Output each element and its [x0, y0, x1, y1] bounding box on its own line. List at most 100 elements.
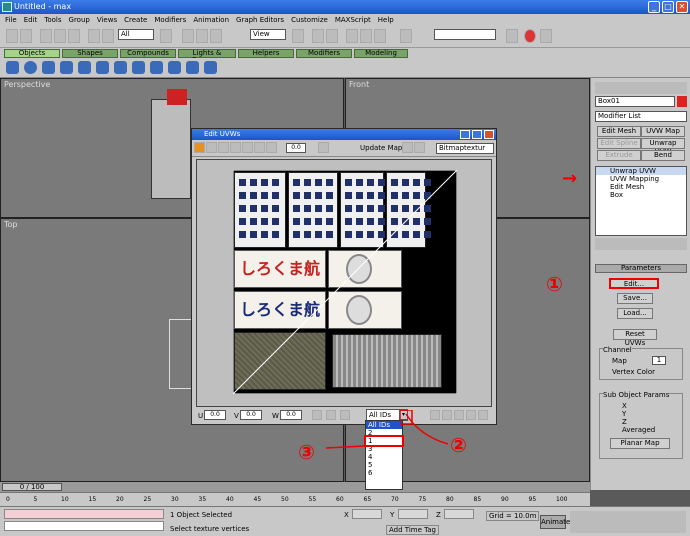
ref-coord-dropdown[interactable]: View [250, 29, 286, 40]
tab-compounds[interactable]: Compounds [120, 49, 176, 58]
list-item[interactable]: 5 [366, 461, 402, 469]
menu-group[interactable]: Group [69, 16, 90, 24]
tab-modifiers[interactable]: Modifiers [296, 49, 352, 58]
uvw-minimize-button[interactable] [460, 130, 470, 139]
freeform-uv-icon[interactable] [242, 142, 253, 153]
select-icon[interactable] [88, 29, 100, 43]
edit-spline-button[interactable]: Edit Spline [597, 138, 641, 149]
named-selection-dropdown[interactable] [434, 29, 496, 40]
unlink-icon[interactable] [54, 29, 66, 43]
mirror-uv-icon[interactable] [230, 142, 241, 153]
rect-select-icon[interactable] [160, 29, 172, 43]
break-icon[interactable] [254, 142, 265, 153]
stack-tools[interactable] [595, 238, 687, 250]
weld-selected-icon[interactable] [318, 142, 329, 153]
stack-item-edit-mesh[interactable]: Edit Mesh [596, 183, 686, 191]
move-icon[interactable] [182, 29, 194, 43]
axis-z-radio[interactable]: Z [622, 418, 627, 426]
list-item[interactable]: All IDs [366, 421, 402, 429]
mirror-icon[interactable] [312, 29, 324, 43]
tube-icon[interactable] [132, 61, 145, 74]
averaged-radio[interactable]: Averaged [622, 426, 655, 434]
sphere-icon[interactable] [24, 61, 37, 74]
update-map-button[interactable]: Update Map [360, 144, 402, 152]
named-sel-icon[interactable] [400, 29, 412, 43]
cone-icon[interactable] [96, 61, 109, 74]
map-radio[interactable]: Map [612, 357, 627, 365]
menu-file[interactable]: File [5, 16, 17, 24]
percent-snap-icon[interactable] [374, 29, 386, 43]
stack-item-unwrap-uvw[interactable]: Unwrap UVW [596, 167, 686, 175]
menu-tools[interactable]: Tools [44, 16, 61, 24]
select-by-name-icon[interactable] [102, 29, 114, 43]
weld-icon[interactable] [266, 142, 277, 153]
link-icon[interactable] [40, 29, 52, 43]
bend-button[interactable]: Bend [641, 150, 685, 161]
show-map-icon[interactable] [402, 142, 413, 153]
tab-lights-cameras[interactable]: Lights & Cameras [178, 49, 236, 64]
plane-icon[interactable] [168, 61, 181, 74]
texture-dropdown[interactable]: Bitmaptextur [436, 143, 494, 154]
selection-filter-dropdown[interactable]: All [118, 29, 154, 40]
snap-icon[interactable] [346, 29, 358, 43]
tab-objects[interactable]: Objects [4, 49, 60, 58]
maxscript-listener[interactable] [4, 509, 164, 519]
uv-canvas[interactable]: しろくま航空 しろくま航空 [196, 159, 492, 407]
list-item[interactable]: 2 [366, 429, 402, 437]
grid-icon[interactable] [186, 61, 199, 74]
geosphere-icon[interactable] [114, 61, 127, 74]
pyramid-icon[interactable] [150, 61, 163, 74]
box-icon[interactable] [6, 61, 19, 74]
bind-icon[interactable] [68, 29, 80, 43]
minimize-button[interactable]: _ [648, 1, 660, 13]
menu-modifiers[interactable]: Modifiers [154, 16, 186, 24]
scatter-icon[interactable] [204, 61, 217, 74]
time-slider[interactable]: 0 / 100 [0, 482, 590, 492]
menu-create[interactable]: Create [124, 16, 147, 24]
align-icon[interactable] [326, 29, 338, 43]
track-bar[interactable]: 0 5 10 15 20 25 30 35 40 45 50 55 60 65 70 75 80 85 90 95 10… [0, 492, 590, 506]
menu-graph-editors[interactable]: Graph Editors [236, 16, 284, 24]
teapot-icon[interactable] [78, 61, 91, 74]
u-field[interactable]: 0.0 [204, 410, 226, 420]
render-icon[interactable] [524, 29, 536, 43]
close-button[interactable]: ✕ [676, 1, 688, 13]
uvw-maximize-button[interactable] [472, 130, 482, 139]
maxscript-mini-listener[interactable] [4, 521, 164, 531]
undo-icon[interactable] [6, 29, 18, 43]
unwrap-uvw-button[interactable]: Unwrap UVW [641, 138, 685, 156]
edit-button[interactable]: Edit... [609, 278, 659, 289]
move-uv-icon[interactable] [194, 142, 205, 153]
save-button[interactable]: Save... [617, 293, 653, 304]
uvw-map-button[interactable]: UVW Map [641, 126, 685, 137]
zoom-extents-icon[interactable] [466, 410, 476, 420]
time-slider-thumb[interactable]: 0 / 100 [2, 483, 62, 491]
filter-selected-icon[interactable] [478, 410, 488, 420]
quick-render-icon[interactable] [540, 29, 552, 43]
tab-modeling[interactable]: Modeling [354, 49, 408, 58]
add-time-tag-button[interactable]: Add Time Tag [386, 525, 439, 535]
object-color-swatch[interactable] [677, 96, 687, 107]
w-field[interactable]: 0.0 [280, 410, 302, 420]
scale-uv-icon[interactable] [218, 142, 229, 153]
axis-y-radio[interactable]: Y [622, 410, 626, 418]
y-coord-field[interactable] [398, 509, 428, 519]
list-item[interactable]: 1 [364, 435, 404, 447]
panel-tabs[interactable] [595, 82, 687, 94]
angle-snap-icon[interactable] [360, 29, 372, 43]
stack-item-uvw-mapping[interactable]: UVW Mapping [596, 175, 686, 183]
z-coord-field[interactable] [444, 509, 474, 519]
rotate-icon[interactable] [196, 29, 208, 43]
animate-button[interactable]: Animate [540, 515, 570, 529]
reset-uvws-button[interactable]: Reset UVWs [613, 329, 657, 347]
uv-view-icon[interactable] [414, 142, 425, 153]
tab-shapes[interactable]: Shapes [62, 49, 118, 58]
menu-edit[interactable]: Edit [24, 16, 38, 24]
menu-views[interactable]: Views [97, 16, 117, 24]
uvw-close-button[interactable] [484, 130, 494, 139]
playback-controls[interactable] [570, 511, 686, 533]
edit-mesh-button[interactable]: Edit Mesh [597, 126, 641, 137]
torus-icon[interactable] [60, 61, 73, 74]
v-field[interactable]: 0.0 [240, 410, 262, 420]
menu-help[interactable]: Help [378, 16, 394, 24]
